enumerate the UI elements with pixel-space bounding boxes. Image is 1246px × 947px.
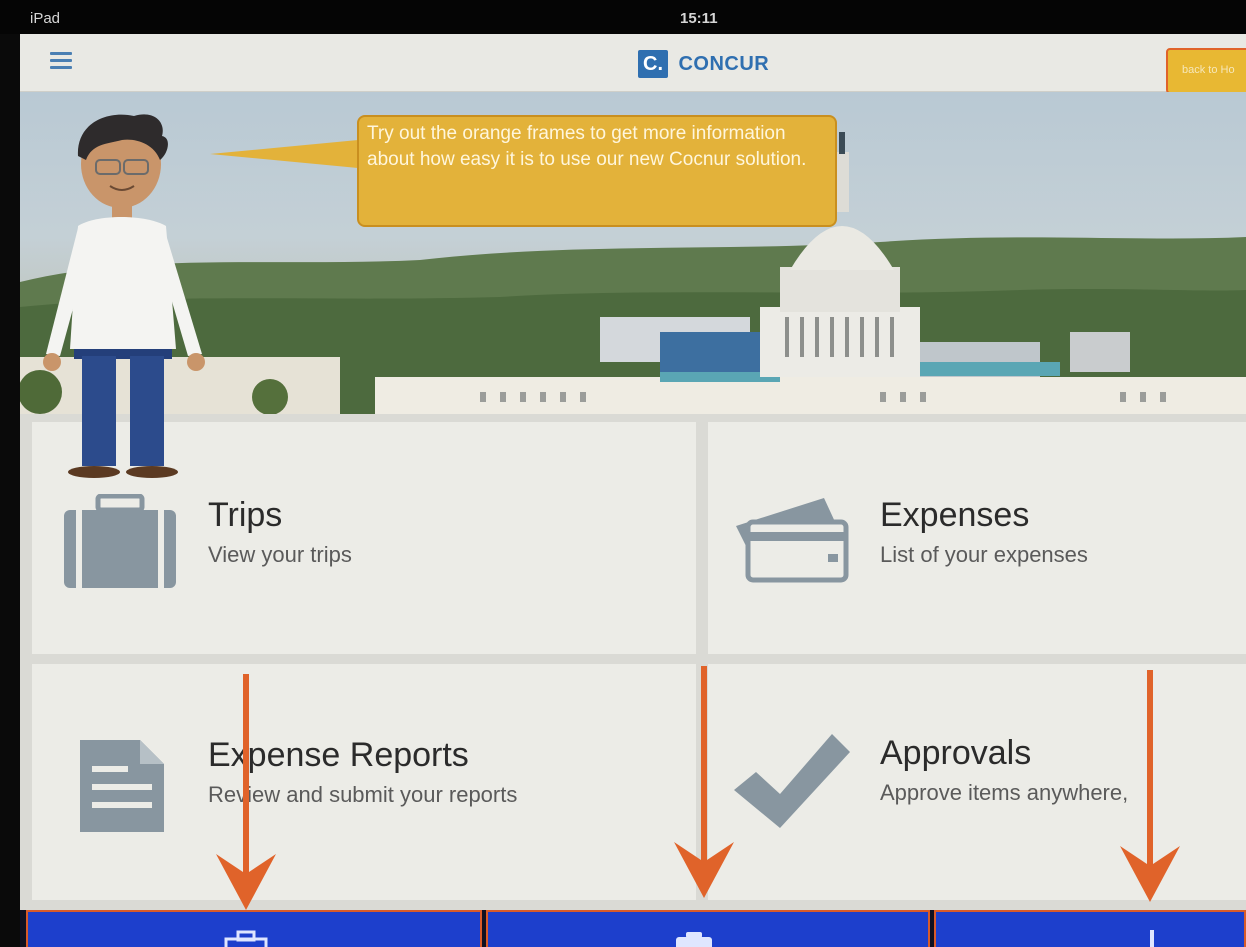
concur-logo-mark: C. xyxy=(638,50,668,78)
brand-name: CONCUR xyxy=(678,52,770,75)
tile-title: Approvals xyxy=(880,734,1032,772)
tile-title: Trips xyxy=(208,496,283,534)
concur-logo: C. CONCUR xyxy=(638,50,769,78)
tile-subtitle: Approve items anywhere, xyxy=(880,780,1129,805)
tile-title: Expenses xyxy=(880,496,1030,534)
checkmark-icon xyxy=(734,734,850,828)
tab-trips[interactable] xyxy=(26,910,482,947)
arrow-down-icon xyxy=(674,666,734,898)
arrow-down-icon xyxy=(216,674,276,910)
device-name: iPad xyxy=(30,10,61,27)
back-to-home-button[interactable]: back to Ho xyxy=(1166,48,1246,94)
app-header: C. CONCUR back to Ho xyxy=(20,34,1246,94)
tile-subtitle: List of your expenses xyxy=(880,542,1088,567)
tip-callout[interactable]: Try out the orange frames to get more in… xyxy=(357,115,837,227)
tab-camera[interactable] xyxy=(486,910,930,947)
bottom-tab-bar xyxy=(20,910,1246,947)
hamburger-menu-icon[interactable] xyxy=(50,52,72,70)
tile-subtitle: View your trips xyxy=(208,542,352,567)
tile-expenses[interactable]: Expenses List of your expenses xyxy=(708,422,1246,654)
tile-expense-reports[interactable]: Expense Reports Review and submit your r… xyxy=(32,664,696,900)
callout-pointer xyxy=(210,140,358,168)
device-status-bar: iPad 15:11 xyxy=(0,0,1246,34)
camera-icon xyxy=(676,932,712,947)
tab-add[interactable] xyxy=(934,910,1246,947)
plus-icon xyxy=(1150,930,1154,947)
status-time: 15:11 xyxy=(680,10,718,27)
suitcase-icon xyxy=(64,494,176,588)
app-screen: C. CONCUR back to Ho Try out the orange … xyxy=(20,34,1246,947)
suitcase-icon xyxy=(224,930,268,947)
document-icon xyxy=(80,740,164,832)
guide-character[interactable] xyxy=(26,104,216,479)
credit-card-icon xyxy=(736,498,849,583)
arrow-down-icon xyxy=(1120,670,1180,902)
